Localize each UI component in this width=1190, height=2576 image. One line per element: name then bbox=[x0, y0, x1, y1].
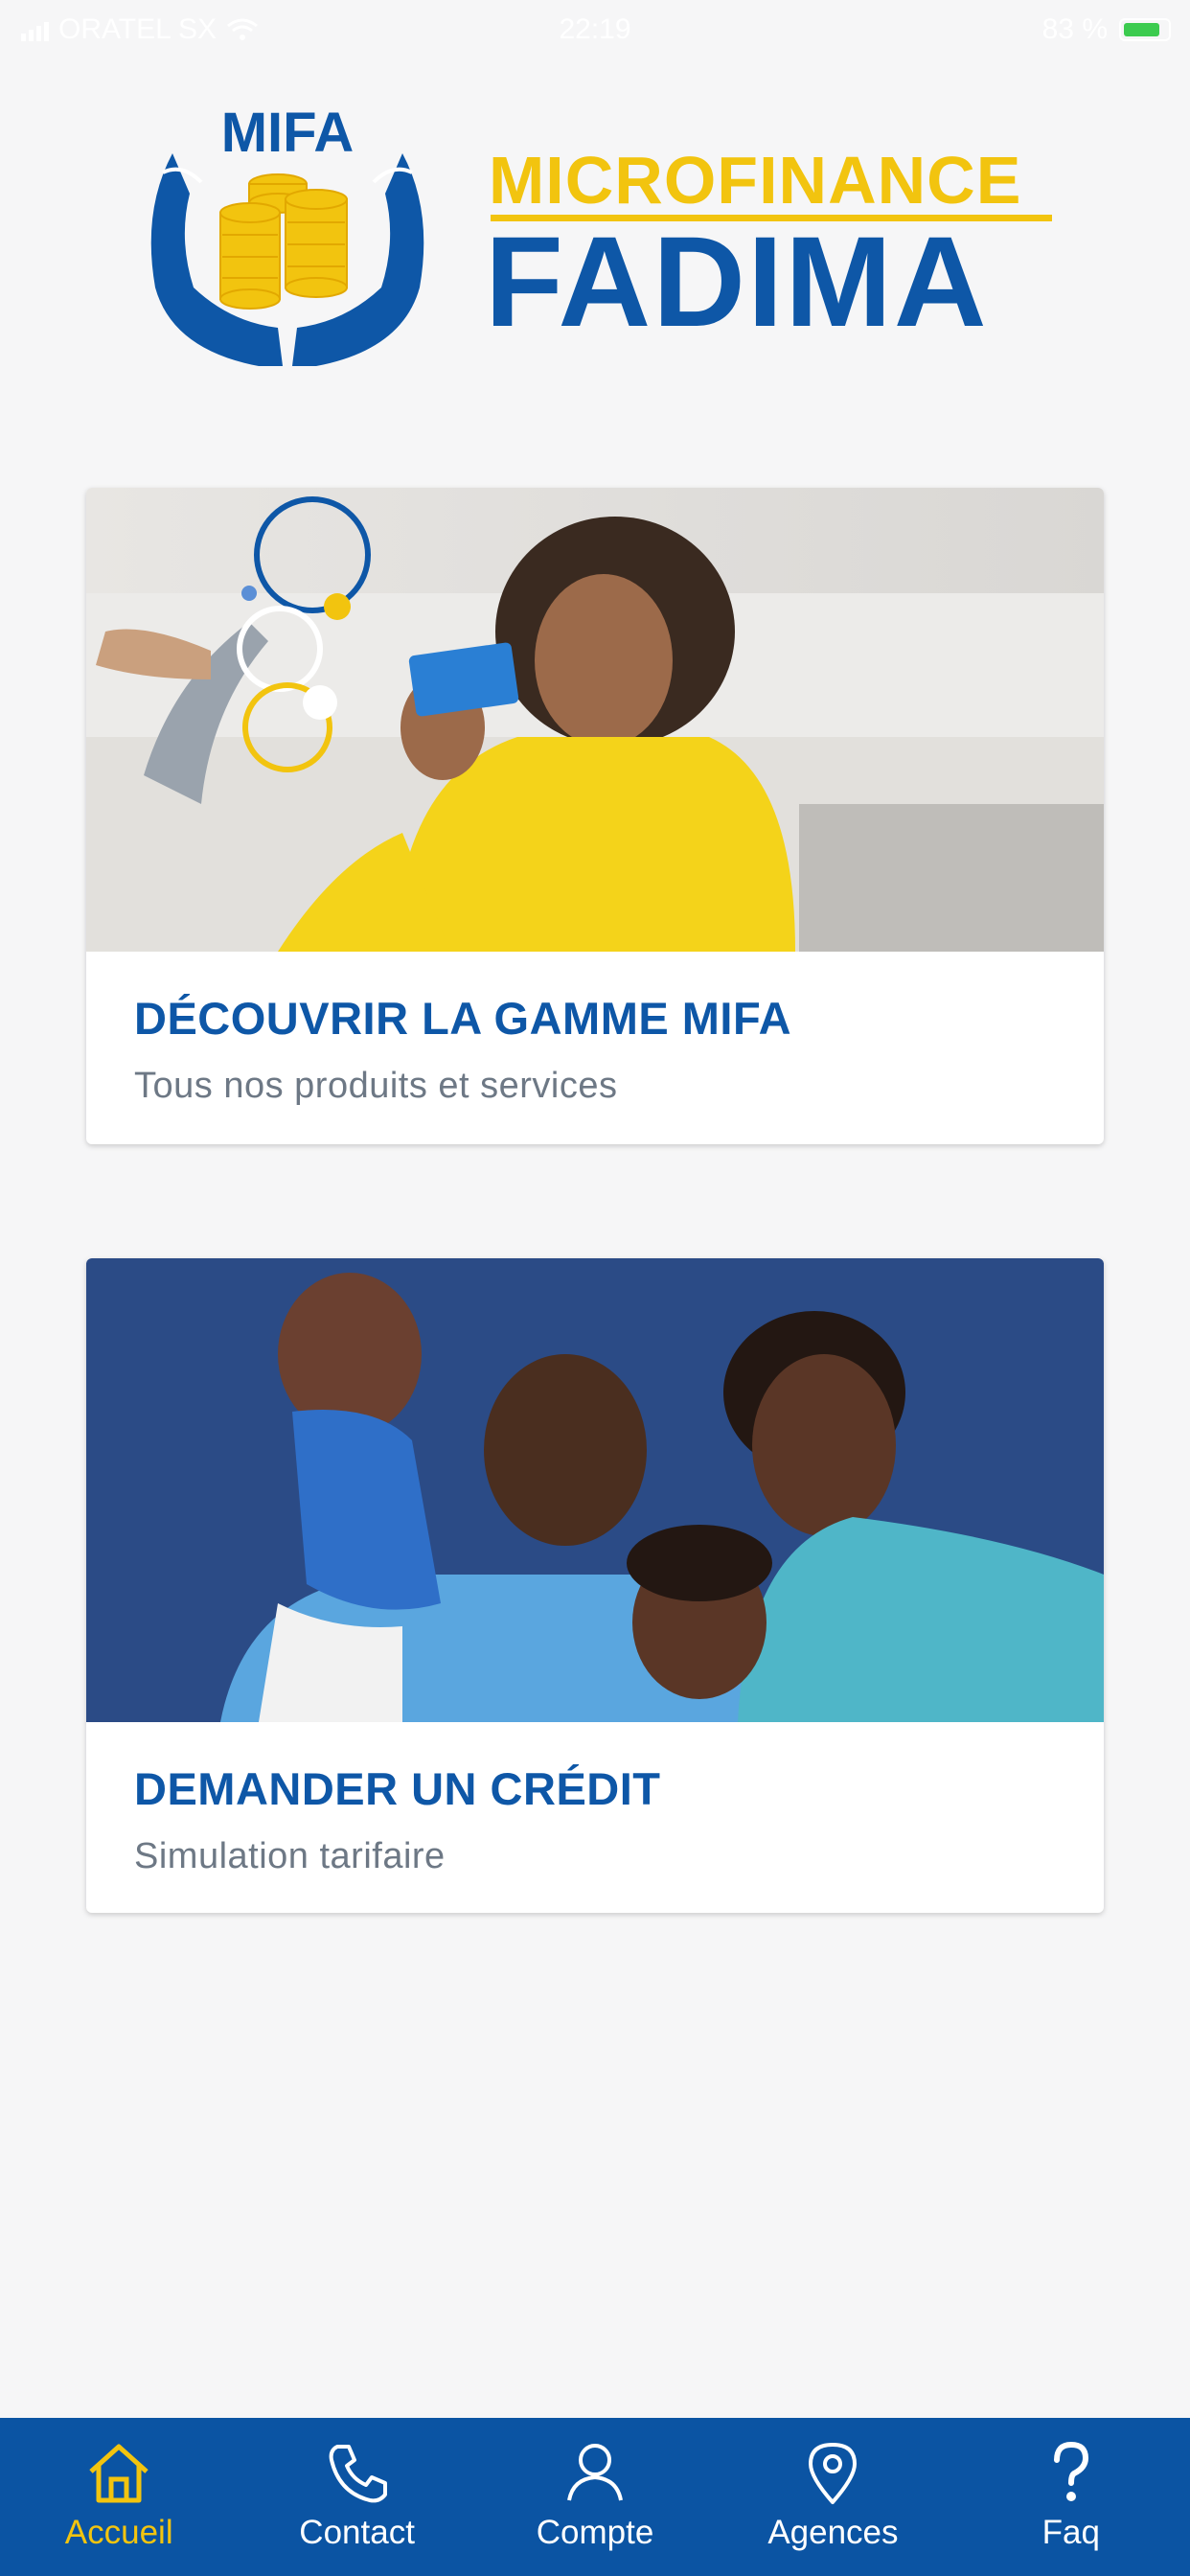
tab-label: Agences bbox=[767, 2514, 899, 2551]
status-right: 83 % bbox=[1042, 13, 1171, 46]
bottom-tab-bar: Accueil Contact Compte Agences Faq bbox=[0, 2418, 1190, 2576]
card-title: DÉCOUVRIR LA GAMME MIFA bbox=[134, 993, 792, 1044]
tab-label: Faq bbox=[1041, 2514, 1100, 2551]
tab-contact[interactable]: Contact bbox=[238, 2418, 475, 2576]
card-subtitle: Simulation tarifaire bbox=[134, 1836, 446, 1876]
user-icon bbox=[567, 2444, 623, 2501]
tab-label: Contact bbox=[299, 2514, 415, 2551]
tab-label: Compte bbox=[536, 2514, 654, 2551]
tab-faq[interactable]: Faq bbox=[952, 2418, 1190, 2576]
hands-coins-logo-icon: MIFA bbox=[150, 105, 424, 366]
tab-agences[interactable]: Agences bbox=[714, 2418, 951, 2576]
logo-fadima-text: FADIMA bbox=[485, 211, 989, 354]
card-body: DÉCOUVRIR LA GAMME MIFA Tous nos produit… bbox=[86, 992, 1104, 1107]
tab-compte[interactable]: Compte bbox=[476, 2418, 714, 2576]
card-image-woman-card bbox=[86, 488, 1104, 952]
question-icon bbox=[1053, 2441, 1088, 2501]
status-time: 22:19 bbox=[559, 13, 631, 45]
card-subtitle: Tous nos produits et services bbox=[134, 1066, 618, 1106]
battery-percent: 83 % bbox=[1041, 13, 1108, 45]
tab-label: Accueil bbox=[64, 2514, 173, 2551]
logo-microfinance-text: MICROFINANCE bbox=[489, 143, 1022, 218]
card-demander-credit[interactable]: DEMANDER UN CRÉDIT Simulation tarifaire bbox=[86, 1258, 1104, 1913]
phone-icon bbox=[329, 2445, 387, 2503]
card-title: DEMANDER UN CRÉDIT bbox=[134, 1763, 661, 1814]
battery-icon bbox=[1119, 18, 1171, 41]
map-pin-icon bbox=[809, 2443, 858, 2504]
mifa-logo: MIFA MICROFINANCE FADIMA bbox=[134, 105, 1054, 383]
card-body: DEMANDER UN CRÉDIT Simulation tarifaire bbox=[86, 1762, 1104, 1877]
logo-badge-text: MIFA bbox=[221, 105, 355, 164]
tab-accueil[interactable]: Accueil bbox=[0, 2418, 238, 2576]
card-image-family bbox=[86, 1258, 1104, 1722]
status-bar: ORATEL SX 22:19 83 % bbox=[0, 0, 1190, 61]
card-gamme-mifa[interactable]: DÉCOUVRIR LA GAMME MIFA Tous nos produit… bbox=[86, 488, 1104, 1144]
home-icon bbox=[89, 2444, 149, 2503]
